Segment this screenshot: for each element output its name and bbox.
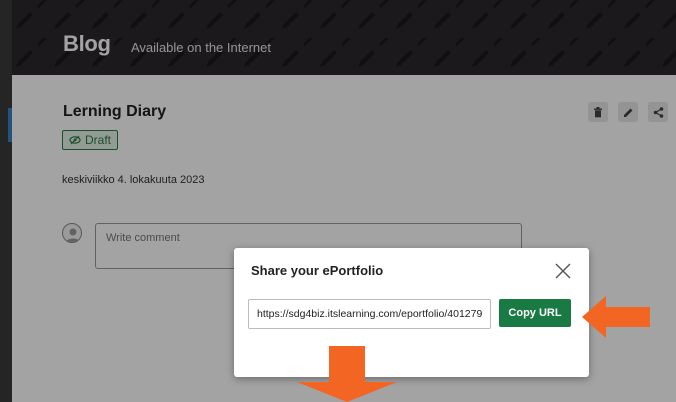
- url-input[interactable]: [248, 299, 491, 329]
- arrow-down-icon: [297, 346, 397, 402]
- close-icon[interactable]: [554, 262, 572, 280]
- arrow-left-icon: [582, 296, 650, 338]
- share-modal: Share your ePortfolio Copy URL: [234, 248, 589, 377]
- copy-url-button[interactable]: Copy URL: [499, 299, 571, 327]
- modal-title: Share your ePortfolio: [251, 263, 384, 278]
